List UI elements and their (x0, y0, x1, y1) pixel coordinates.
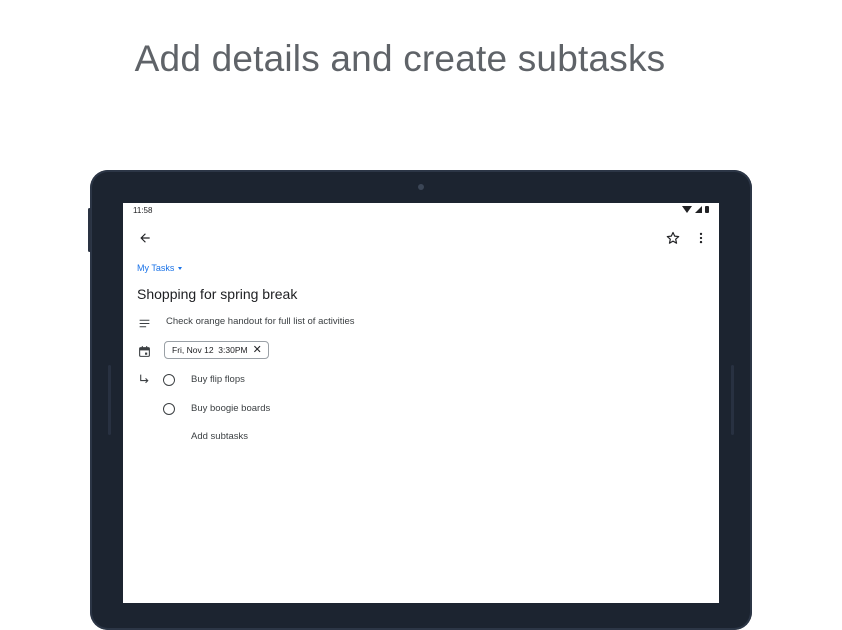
status-time: 11:58 (133, 206, 153, 215)
subtask-checkbox[interactable] (163, 403, 175, 415)
task-list-selector[interactable]: My Tasks (137, 263, 183, 273)
tablet-speaker-left (108, 365, 111, 435)
task-list-name: My Tasks (137, 263, 175, 273)
tablet-side-button (88, 208, 91, 252)
subtask-title[interactable]: Buy boogie boards (191, 403, 270, 414)
close-icon[interactable]: ✕ (253, 344, 262, 356)
battery-icon (705, 206, 709, 213)
subdirectory-arrow-icon (136, 371, 152, 387)
tablet-speaker-right (731, 365, 734, 435)
subtask-checkbox[interactable] (163, 374, 175, 386)
more-options-button[interactable] (690, 227, 712, 249)
due-date-text: Fri, Nov 12 3:30PM (172, 345, 248, 355)
subtask-title[interactable]: Buy flip flops (191, 374, 245, 385)
arrow-back-icon (140, 233, 150, 243)
camera-icon (418, 184, 424, 190)
task-details-field[interactable]: Check orange handout for full list of ac… (166, 316, 355, 327)
chevron-down-icon (178, 266, 183, 270)
page-headline: Add details and create subtasks (134, 38, 666, 79)
tablet-device: 11:58 My Tasks Shopping for spring break… (88, 170, 752, 630)
star-button[interactable] (662, 227, 684, 249)
back-button[interactable] (134, 227, 156, 249)
status-bar: 11:58 (123, 203, 719, 219)
star-outline-icon (666, 231, 680, 244)
task-title[interactable]: Shopping for spring break (137, 286, 297, 302)
app-screen: 11:58 My Tasks Shopping for spring break… (123, 203, 719, 603)
notes-icon (136, 315, 152, 331)
status-icons (682, 206, 709, 213)
calendar-icon (136, 343, 152, 359)
signal-icon (695, 206, 702, 213)
wifi-icon (682, 206, 692, 213)
add-subtasks-button[interactable]: Add subtasks (191, 431, 248, 442)
due-date-chip[interactable]: Fri, Nov 12 3:30PM ✕ (164, 341, 269, 359)
more-vert-icon (699, 232, 703, 244)
